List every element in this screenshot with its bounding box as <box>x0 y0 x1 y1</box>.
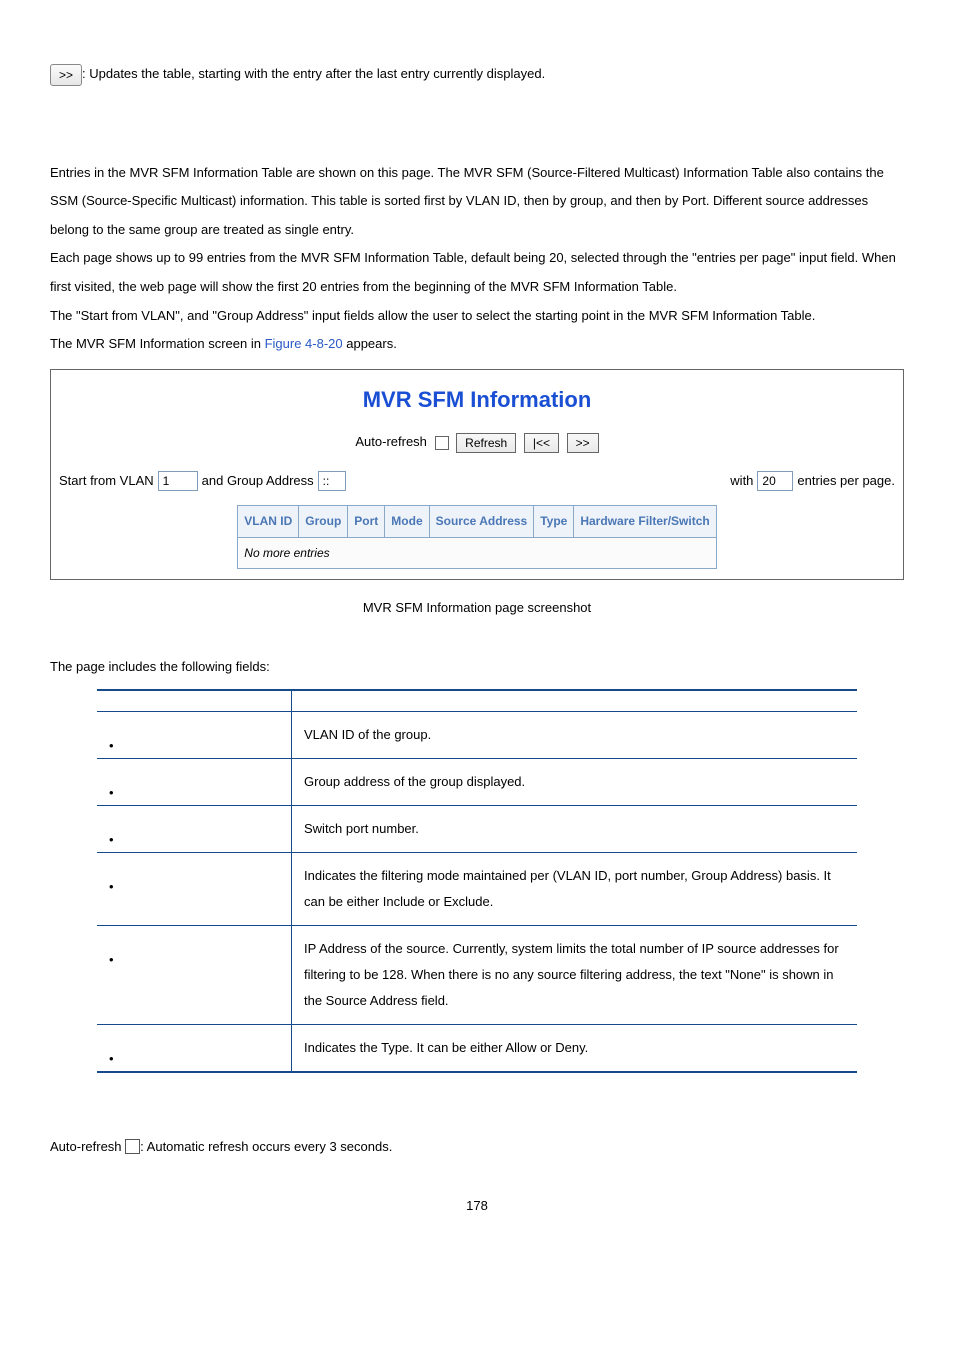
refresh-button[interactable]: Refresh <box>456 433 516 453</box>
field-desc: Indicates the filtering mode maintained … <box>292 853 858 926</box>
table-row: • IP Address of the source. Currently, s… <box>97 926 857 1025</box>
auto-refresh-label: Auto-refresh <box>355 434 427 449</box>
and-group-address-label: and Group Address <box>202 467 314 496</box>
fields-header-row <box>97 690 857 712</box>
figure-title: MVR SFM Information <box>51 370 903 424</box>
table-row: • Indicates the Type. It can be either A… <box>97 1025 857 1073</box>
table-row: • Indicates the filtering mode maintaine… <box>97 853 857 926</box>
bullet-icon: • <box>109 827 115 833</box>
fields-intro: The page includes the following fields: <box>50 653 904 682</box>
sfm-table: VLAN ID Group Port Mode Source Address T… <box>237 505 716 569</box>
auto-refresh-post: : Automatic refresh occurs every 3 secon… <box>140 1139 392 1154</box>
intro-paragraph-1: Entries in the MVR SFM Information Table… <box>50 159 904 245</box>
entries-per-page-input[interactable] <box>757 471 793 491</box>
table-row: • Switch port number. <box>97 806 857 853</box>
bullet-icon: • <box>109 874 115 880</box>
col-group: Group <box>299 506 348 537</box>
col-port: Port <box>348 506 385 537</box>
intro-paragraph-4: The MVR SFM Information screen in Figure… <box>50 330 904 359</box>
group-address-input[interactable] <box>318 471 346 491</box>
table-row: • Group address of the group displayed. <box>97 759 857 806</box>
page-number: 178 <box>50 1192 904 1221</box>
auto-refresh-pre: Auto-refresh <box>50 1139 125 1154</box>
start-from-vlan-label: Start from VLAN <box>59 467 154 496</box>
intro-paragraph-3: The "Start from VLAN", and "Group Addres… <box>50 302 904 331</box>
col-mode: Mode <box>385 506 429 537</box>
col-vlan-id: VLAN ID <box>238 506 299 537</box>
field-desc: Switch port number. <box>292 806 858 853</box>
table-row: • VLAN ID of the group. <box>97 712 857 759</box>
fields-table: • VLAN ID of the group. • Group address … <box>97 689 857 1073</box>
figure-toolbar: Auto-refresh Refresh |<< >> <box>51 424 903 467</box>
next-button-description: >>: Updates the table, starting with the… <box>50 60 904 89</box>
intro-4-pre: The MVR SFM Information screen in <box>50 336 265 351</box>
col-hw-filter-switch: Hardware Filter/Switch <box>574 506 716 537</box>
figure-caption: MVR SFM Information page screenshot <box>50 594 904 623</box>
mvr-sfm-figure: MVR SFM Information Auto-refresh Refresh… <box>50 369 904 580</box>
first-page-button[interactable]: |<< <box>524 433 559 453</box>
field-desc: VLAN ID of the group. <box>292 712 858 759</box>
next-button-desc-text: : Updates the table, starting with the e… <box>82 66 545 81</box>
auto-refresh-checkbox[interactable] <box>435 436 449 450</box>
filter-row: Start from VLAN and Group Address with e… <box>51 467 903 506</box>
next-page-button[interactable]: >> <box>50 64 82 86</box>
intro-paragraph-2: Each page shows up to 99 entries from th… <box>50 244 904 301</box>
bullet-icon: • <box>109 780 115 786</box>
checkbox-icon <box>125 1139 140 1154</box>
auto-refresh-description: Auto-refresh : Automatic refresh occurs … <box>50 1133 904 1162</box>
no-more-entries: No more entries <box>238 537 716 568</box>
col-source-address: Source Address <box>429 506 534 537</box>
start-from-vlan-input[interactable] <box>158 471 198 491</box>
entries-per-page-label: entries per page. <box>797 467 895 496</box>
sfm-empty-row: No more entries <box>238 537 716 568</box>
next-page-button-fig[interactable]: >> <box>567 433 599 453</box>
sfm-header-row: VLAN ID Group Port Mode Source Address T… <box>238 506 716 537</box>
bullet-icon: • <box>109 947 115 953</box>
col-type: Type <box>534 506 574 537</box>
bullet-icon: • <box>109 733 115 739</box>
field-desc: IP Address of the source. Currently, sys… <box>292 926 858 1025</box>
figure-reference-link[interactable]: Figure 4-8-20 <box>265 336 343 351</box>
bullet-icon: • <box>109 1046 115 1052</box>
field-desc: Indicates the Type. It can be either All… <box>292 1025 858 1073</box>
with-label: with <box>730 467 753 496</box>
intro-4-post: appears. <box>343 336 397 351</box>
field-desc: Group address of the group displayed. <box>292 759 858 806</box>
